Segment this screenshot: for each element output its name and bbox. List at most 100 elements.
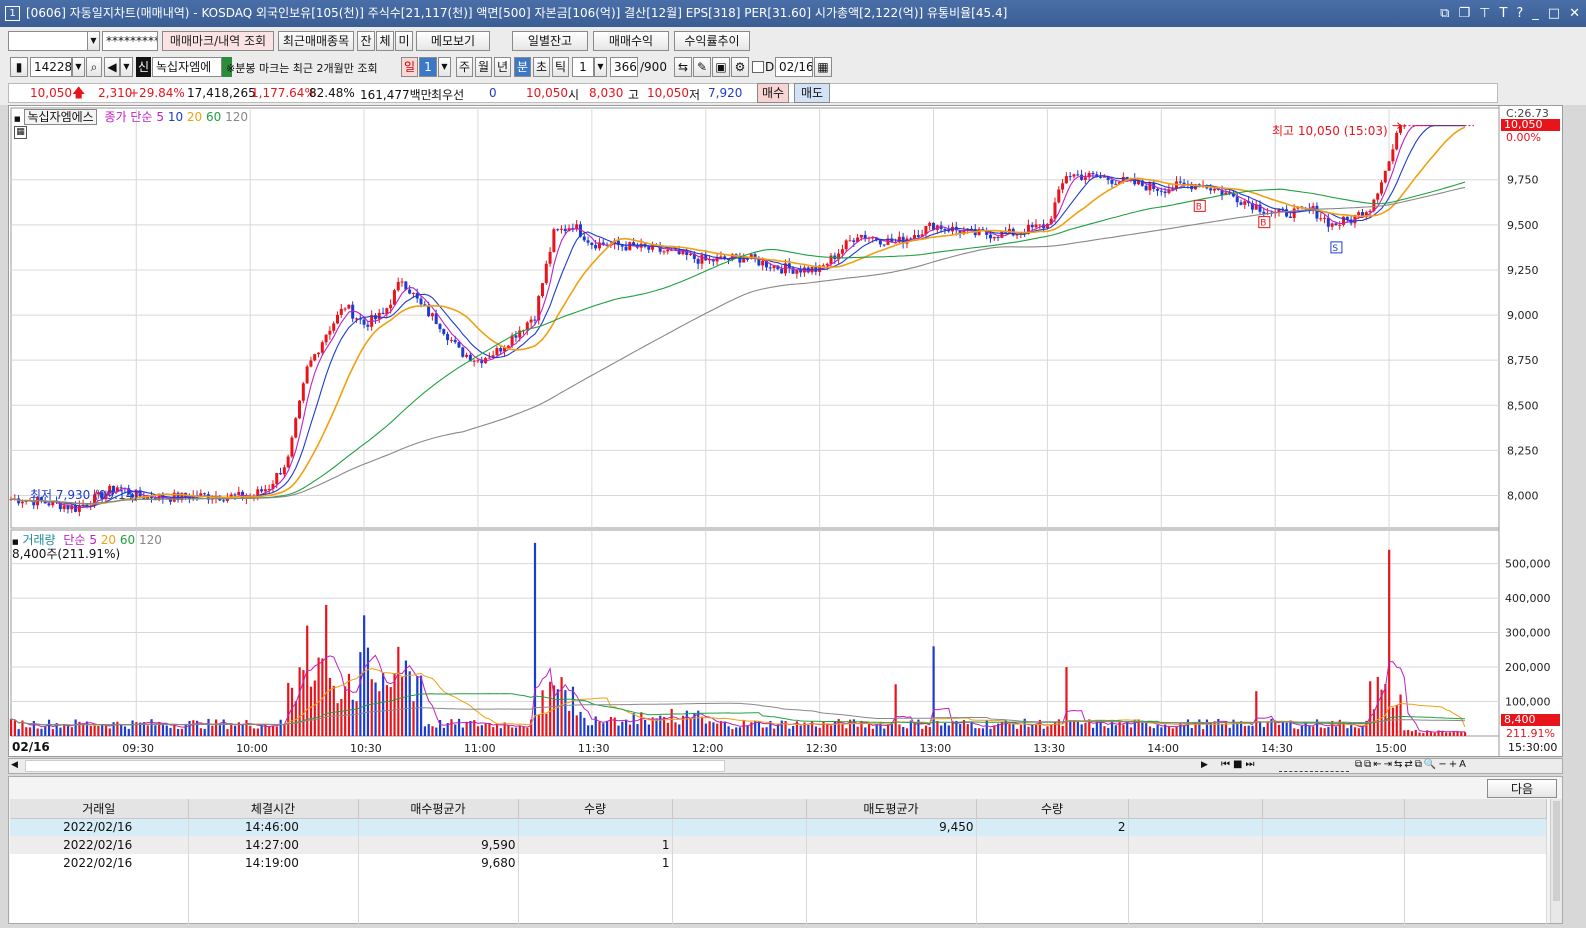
account-dropdown-icon[interactable]: ▼: [87, 31, 100, 51]
price-tick-label: 8,500: [1507, 399, 1539, 412]
speaker-dropdown-icon[interactable]: ▼: [120, 57, 133, 77]
next-button[interactable]: 다음: [1487, 779, 1557, 798]
candle-body: [996, 237, 1000, 239]
password-field[interactable]: *********: [102, 31, 158, 51]
period-dropdown-icon[interactable]: ▼: [438, 57, 451, 77]
toggle-icon[interactable]: ⇆: [674, 57, 692, 77]
volume-bar: [993, 725, 996, 736]
trade-mark-button[interactable]: 매매마크/내역 조회: [162, 31, 274, 51]
copy-icon[interactable]: ❐: [1458, 0, 1470, 27]
speaker-icon[interactable]: ◀: [104, 57, 120, 77]
trade-profit-button[interactable]: 매매수익: [593, 31, 669, 51]
period-year-button[interactable]: 년: [494, 57, 511, 77]
trades-header-cell[interactable]: 매수평균가: [358, 799, 519, 819]
low-annotation: 최저 7,930 (09:14): [30, 488, 139, 502]
trades-header-cell[interactable]: [1404, 799, 1547, 819]
volume-bar: [211, 725, 214, 736]
layout-icon[interactable]: ⧉: [1440, 0, 1449, 27]
volume-tick-label: 300,000: [1505, 627, 1551, 640]
playback-controls[interactable]: ⏮■⏭: [1221, 759, 1257, 770]
period-minute-button[interactable]: 분: [514, 57, 531, 77]
candle-body: [1209, 188, 1213, 191]
recent-stocks-button[interactable]: 최근매매종목: [278, 31, 354, 51]
stock-code-input[interactable]: 142280: [30, 57, 72, 77]
panel-icon[interactable]: ▮: [10, 57, 28, 77]
settings-icon[interactable]: ⚙: [731, 57, 749, 77]
interval-dropdown-icon[interactable]: ▼: [594, 57, 607, 77]
help-icon[interactable]: ?: [1516, 0, 1523, 27]
account-select[interactable]: [8, 31, 88, 51]
chart-tools-icons[interactable]: ⧉⧉⇤⇥⇆⇄⧉🔍−+A: [1355, 759, 1468, 770]
legend-ma20: 20: [186, 110, 203, 124]
trades-row[interactable]: 2022/02/16 14:46:00 9,450 2: [10, 818, 1547, 836]
legend-stock-name[interactable]: 녹십자엠에스: [24, 109, 97, 125]
candle-body: [354, 318, 358, 320]
trades-row[interactable]: 2022/02/16 14:19:00 9,680 1: [10, 854, 1547, 872]
period-day-button[interactable]: 일: [401, 57, 418, 77]
trades-header-cell[interactable]: 수량: [976, 799, 1129, 819]
period-second-button[interactable]: 초: [533, 57, 550, 77]
sell-button[interactable]: 매도: [794, 83, 830, 103]
calendar-icon[interactable]: ▦: [814, 57, 832, 77]
trades-header-cell[interactable]: [672, 799, 807, 819]
trades-cell: 1: [518, 854, 673, 872]
volume-bar: [44, 726, 47, 736]
edit-icon[interactable]: ✎: [693, 57, 711, 77]
volume-bar: [336, 703, 339, 736]
volume-bar: [1072, 719, 1076, 736]
date-input[interactable]: 02/16: [775, 57, 813, 77]
profit-trend-button[interactable]: 수익률추이: [674, 31, 750, 51]
candle-body: [696, 258, 700, 264]
scroll-thumb[interactable]: [25, 760, 725, 772]
volume-bar: [533, 542, 537, 736]
code-dropdown-icon[interactable]: ▼: [72, 57, 85, 77]
search-icon[interactable]: ⌕: [86, 57, 102, 77]
grid-toggle-icon[interactable]: ▦: [14, 126, 27, 139]
memo-button[interactable]: 메모보기: [416, 31, 490, 51]
trades-cell: [806, 890, 977, 908]
save-icon[interactable]: ▣: [712, 57, 730, 77]
close-icon[interactable]: ✕: [1569, 0, 1580, 27]
chart-svg[interactable]: 9,750 9,500 9,250 9,000 8,750 8,500 8,250 8,000…: [9, 106, 1564, 758]
count-input[interactable]: 366: [610, 57, 638, 77]
scroll-left-icon[interactable]: ◀: [11, 760, 18, 770]
volume-bar: [97, 725, 100, 736]
pin-icon[interactable]: ⊤: [1479, 0, 1490, 27]
unfilled-button[interactable]: 미: [395, 31, 413, 51]
scroll-right-icon[interactable]: ▶: [1201, 760, 1208, 770]
d-checkbox[interactable]: [752, 61, 764, 73]
period-month-button[interactable]: 월: [475, 57, 492, 77]
period-tick-button[interactable]: 틱: [552, 57, 569, 77]
volume-bar: [1186, 719, 1190, 736]
volume-bar: [1407, 729, 1410, 736]
trades-row[interactable]: 2022/02/16 14:27:00 9,590 1: [10, 836, 1547, 854]
trades-header-cell[interactable]: [1128, 799, 1263, 819]
period-week-button[interactable]: 주: [456, 57, 473, 77]
balance-button[interactable]: 잔: [357, 31, 375, 51]
volume-bar: [82, 724, 85, 736]
font-icon[interactable]: T: [1499, 0, 1507, 27]
trades-header-cell[interactable]: 수량: [518, 799, 673, 819]
trade-marker-S: S: [1332, 244, 1338, 254]
buy-button[interactable]: 매수: [757, 83, 789, 103]
interval-input[interactable]: 1: [572, 57, 594, 77]
maximize-icon[interactable]: □: [1548, 0, 1560, 27]
volume-bar: [1304, 721, 1307, 736]
volume-bar: [427, 724, 430, 736]
candle-body: [222, 500, 226, 502]
minimize-icon[interactable]: _: [1532, 0, 1539, 27]
trades-header-cell[interactable]: 매도평균가: [806, 799, 977, 819]
executed-button[interactable]: 체: [376, 31, 394, 51]
volume-bar: [761, 727, 764, 736]
trades-header-cell[interactable]: 거래일: [10, 799, 189, 819]
trades-header-cell[interactable]: [1262, 799, 1405, 819]
volume-bar: [1171, 728, 1174, 736]
zoom-slider[interactable]: [1279, 759, 1349, 772]
chart-scrollbar[interactable]: ◀ ▶ ⏮■⏭ ⧉⧉⇤⇥⇆⇄⧉🔍−+A: [8, 758, 1563, 774]
daily-balance-button[interactable]: 일별잔고: [512, 31, 588, 51]
trades-scrollbar[interactable]: [1550, 799, 1562, 923]
trades-header-cell[interactable]: 체결시간: [188, 799, 359, 819]
stock-name-field[interactable]: 녹십자엠에: [152, 57, 222, 77]
period-day-num[interactable]: 1: [419, 57, 437, 77]
chart-area[interactable]: 9,750 9,500 9,250 9,000 8,750 8,500 8,250 8,000…: [8, 105, 1563, 757]
